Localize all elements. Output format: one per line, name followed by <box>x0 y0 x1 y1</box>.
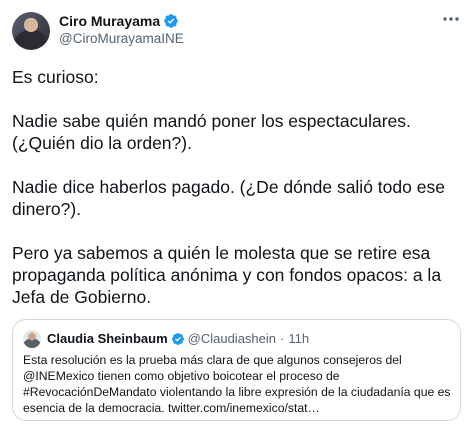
tweet-text-line: Nadie sabe quién mandó poner los especta… <box>12 111 411 131</box>
verified-badge-icon <box>164 14 178 28</box>
tweet-text-line: Jefa de Gobierno. <box>12 287 152 307</box>
tweet-text-line: Nadie dice haberlos pagado. (¿De dónde s… <box>12 177 445 197</box>
author-name[interactable]: Ciro Murayama <box>59 13 160 29</box>
more-options-button[interactable] <box>439 10 463 28</box>
separator-dot: · <box>280 331 285 346</box>
tweet-card: Ciro Murayama @CiroMurayamaINE Es curios… <box>0 0 473 433</box>
quoted-timestamp: 11h <box>288 331 310 346</box>
quoted-tweet-text: Esta resolución es la prueba más clara d… <box>23 352 453 416</box>
quoted-author-handle: @Claudiashein <box>187 331 276 346</box>
quoted-text-line: Esta resolución es la prueba más clara d… <box>23 353 402 367</box>
tweet-text-line: propaganda política anónima y con fondos… <box>12 265 442 285</box>
author-name-row: Ciro Murayama <box>59 13 179 29</box>
quoted-author-avatar <box>23 330 41 348</box>
tweet-text-line: Pero ya sabemos a quién le molesta que s… <box>12 243 431 263</box>
tweet-text-line: (¿Quién dio la orden?). <box>12 133 192 153</box>
author-avatar[interactable] <box>12 12 50 50</box>
quoted-text-line: #RevocaciónDeMandato violentando la libr… <box>23 385 451 399</box>
quoted-text-line: esencia de la democracia. twitter.com/in… <box>23 401 320 415</box>
quoted-text-line: @INEMexico tienen como objetivo boicotea… <box>23 369 340 383</box>
quoted-author-name: Claudia Sheinbaum <box>47 331 168 346</box>
author-handle[interactable]: @CiroMurayamaINE <box>59 31 184 46</box>
quoted-tweet-header: Claudia Sheinbaum @Claudiashein · 11h <box>47 331 309 346</box>
verified-badge-icon <box>171 332 184 345</box>
more-options-icon <box>443 17 459 21</box>
tweet-text-line: Es curioso: <box>12 67 99 87</box>
quoted-tweet[interactable]: Claudia Sheinbaum @Claudiashein · 11h Es… <box>12 319 461 421</box>
tweet-text-line: dinero?). <box>12 199 82 219</box>
